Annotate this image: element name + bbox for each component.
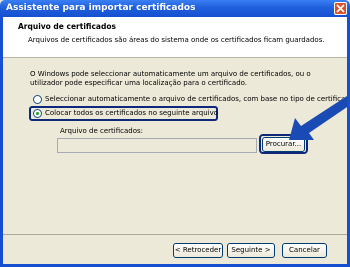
back-button[interactable]: < Retroceder	[173, 243, 223, 258]
intro-text-line-1: O Windows pode seleccionar automaticamen…	[30, 70, 311, 78]
wizard-content: O Windows pode seleccionar automaticamen…	[3, 58, 350, 234]
radio-manual-store[interactable]	[33, 109, 42, 118]
window-title: Assistente para importar certificados	[6, 3, 196, 13]
cancel-button[interactable]: Cancelar	[282, 243, 327, 258]
next-button[interactable]: Seguinte >	[227, 243, 275, 258]
import-certificate-wizard-window: Assistente para importar certificados Ar…	[0, 0, 350, 267]
radio-selected-dot	[36, 112, 39, 115]
footer-separator	[3, 234, 347, 235]
radio-manual-store-label[interactable]: Colocar todos os certificados no seguint…	[45, 109, 218, 118]
title-bar[interactable]: Assistente para importar certificados	[0, 0, 350, 17]
header-description: Arquivos de certificados são áreas do si…	[28, 36, 325, 44]
close-icon	[336, 4, 345, 13]
wizard-header: Arquivo de certificados Arquivos de cert…	[3, 17, 347, 58]
close-button[interactable]	[334, 2, 347, 15]
pointer-arrow-icon	[289, 96, 350, 140]
certificate-store-label: Arquivo de certificados:	[60, 127, 143, 135]
certificate-store-field[interactable]	[57, 138, 257, 153]
radio-auto-select[interactable]	[33, 95, 42, 104]
header-title: Arquivo de certificados	[18, 22, 116, 31]
window-frame-left	[0, 17, 3, 267]
intro-text-line-2: utilizador pode especificar uma localiza…	[30, 79, 248, 87]
